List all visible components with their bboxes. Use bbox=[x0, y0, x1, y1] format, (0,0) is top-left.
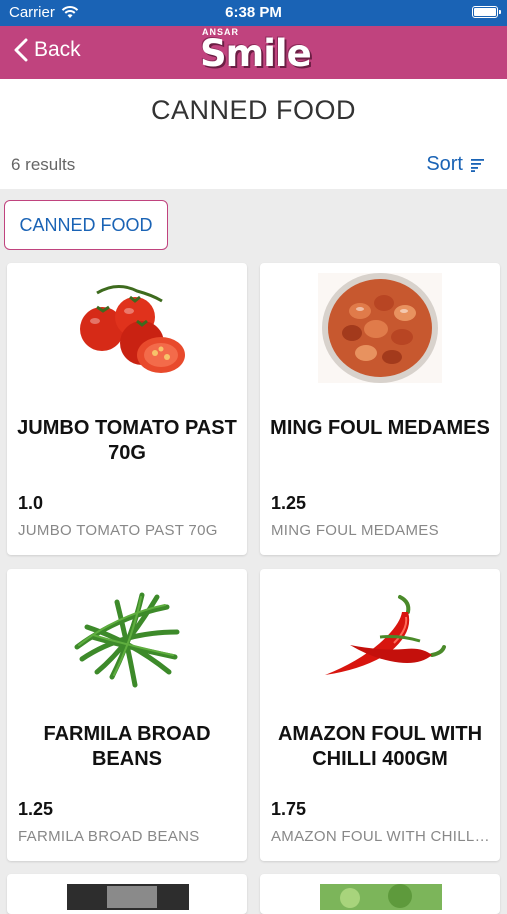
tomato-image bbox=[80, 285, 185, 373]
product-image-partial bbox=[320, 884, 442, 910]
product-subtitle: MING FOUL MEDAMES bbox=[271, 522, 439, 539]
product-name: MING FOUL MEDAMES bbox=[270, 417, 490, 439]
product-price: 1.75 bbox=[271, 799, 307, 819]
product-card[interactable] bbox=[7, 874, 247, 914]
product-card[interactable]: JUMBO TOMATO PAST 70G 1.0 JUMBO TOMATO P… bbox=[7, 263, 247, 555]
product-subtitle: JUMBO TOMATO PAST 70G bbox=[18, 522, 218, 539]
product-name: JUMBO TOMATO PAST 70G bbox=[17, 417, 237, 464]
product-name: AMAZON FOUL WITH CHILLI 400GM bbox=[277, 723, 483, 770]
product-grid: JUMBO TOMATO PAST 70G 1.0 JUMBO TOMATO P… bbox=[0, 0, 507, 914]
product-price: 1.25 bbox=[18, 799, 54, 819]
product-card[interactable]: FARMILA BROAD BEANS 1.25 FARMILA BROAD B… bbox=[7, 569, 247, 861]
product-subtitle: AMAZON FOUL WITH CHILLI 400GM bbox=[271, 828, 490, 845]
chilli-image bbox=[325, 595, 446, 675]
product-price: 1.25 bbox=[271, 493, 307, 513]
product-card[interactable] bbox=[260, 874, 500, 914]
product-subtitle: FARMILA BROAD BEANS bbox=[18, 828, 200, 845]
product-image-partial bbox=[67, 884, 189, 910]
product-card[interactable]: AMAZON FOUL WITH CHILLI 400GM 1.75 AMAZO… bbox=[260, 569, 500, 861]
green-beans-image bbox=[74, 592, 180, 688]
foul-medames-image bbox=[318, 273, 442, 383]
product-name: FARMILA BROAD BEANS bbox=[43, 723, 211, 770]
product-price: 1.0 bbox=[18, 493, 44, 513]
product-card[interactable]: MING FOUL MEDAMES 1.25 MING FOUL MEDAMES bbox=[260, 263, 500, 555]
